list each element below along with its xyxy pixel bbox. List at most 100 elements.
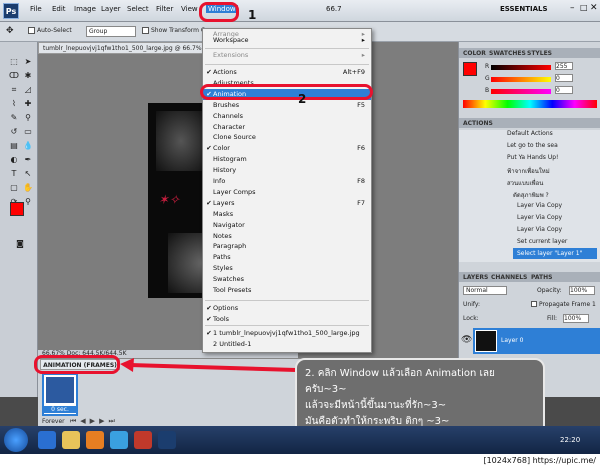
menu-image[interactable]: Image <box>74 5 96 13</box>
dodge-tool-icon[interactable]: ◐ <box>8 154 20 166</box>
start-button[interactable] <box>4 428 28 452</box>
fill-field[interactable]: 100% <box>563 314 589 323</box>
tab-swatches[interactable]: SWATCHES <box>489 50 526 57</box>
eye-icon[interactable]: 👁 <box>461 335 472 345</box>
action-step[interactable]: Layer Via Copy <box>517 214 562 221</box>
auto-select-checkbox[interactable] <box>28 27 35 34</box>
menu-item-actions[interactable]: ✔ Actions Alt+F9 <box>203 67 371 78</box>
menu-item-color[interactable]: ✔ Color F6 <box>203 143 371 154</box>
menu-item-layers[interactable]: ✔ Layers F7 <box>203 198 371 209</box>
r-value[interactable]: 255 <box>555 62 573 70</box>
menu-item-swatches[interactable]: Swatches <box>203 274 371 285</box>
hand-tool-icon[interactable]: ✋ <box>22 182 34 194</box>
b-slider[interactable] <box>491 89 551 94</box>
move-tool-icon[interactable]: ➤ <box>22 56 34 68</box>
photoshop-taskbar-icon[interactable] <box>158 431 176 449</box>
b-value[interactable]: 0 <box>555 86 573 94</box>
menu-item-clone-source[interactable]: Clone Source <box>203 132 371 143</box>
ie-icon[interactable] <box>38 431 56 449</box>
tab-layers[interactable]: LAYERS <box>463 274 488 281</box>
menu-item-histogram[interactable]: Histogram <box>203 154 371 165</box>
zoom-level[interactable]: 66.7 <box>326 5 342 13</box>
menu-item-history[interactable]: History <box>203 165 371 176</box>
loop-dropdown[interactable]: Forever <box>42 418 65 425</box>
action-step-selected[interactable]: Select layer "Layer 1" <box>513 248 597 259</box>
menu-layer[interactable]: Layer <box>101 5 121 13</box>
action-item[interactable]: Put Ya Hands Up! <box>507 154 558 161</box>
action-item[interactable]: ฟ้าจากเพื่อนใหม่ <box>507 166 550 176</box>
menu-item-layer-comps[interactable]: Layer Comps <box>203 187 371 198</box>
menu-item-brushes[interactable]: Brushes F5 <box>203 100 371 111</box>
marquee-tool-icon[interactable]: ⬚ <box>8 56 20 68</box>
workspace-switcher[interactable]: ESSENTIALS <box>500 5 548 13</box>
firefox-icon[interactable] <box>86 431 104 449</box>
foreground-color-swatch[interactable] <box>10 202 24 216</box>
layer-row[interactable]: Layer 0 <box>473 328 600 354</box>
eraser-icon[interactable]: ▭ <box>22 126 34 138</box>
pen-tool-icon[interactable]: ✒ <box>22 154 34 166</box>
menu-file[interactable]: File <box>30 5 42 13</box>
minimize-icon[interactable]: – <box>570 3 575 13</box>
opacity-field[interactable]: 100% <box>569 286 595 295</box>
menu-item-tools[interactable]: ✔ Tools <box>203 314 371 325</box>
eyedropper-icon[interactable]: ⌇ <box>8 98 20 110</box>
menu-item-character[interactable]: Character <box>203 122 371 133</box>
menu-workspace[interactable]: Workspace ▸ <box>203 35 371 46</box>
gradient-tool-icon[interactable]: ▤ <box>8 140 20 152</box>
quick-mask-icon[interactable]: ◙ <box>14 238 26 250</box>
menu-item-styles[interactable]: Styles <box>203 263 371 274</box>
maximize-icon[interactable]: □ <box>580 3 588 12</box>
r-slider[interactable] <box>491 65 551 70</box>
move-tool-icon[interactable]: ✥ <box>6 26 14 36</box>
show-transform-checkbox[interactable] <box>142 27 149 34</box>
clone-stamp-icon[interactable]: ⚲ <box>22 112 34 124</box>
media-icon[interactable] <box>134 431 152 449</box>
explorer-icon[interactable] <box>62 431 80 449</box>
g-value[interactable]: 0 <box>555 74 573 82</box>
color-ramp[interactable] <box>463 100 597 108</box>
action-item[interactable]: Let go to the sea <box>507 142 558 149</box>
magic-wand-icon[interactable]: ✱ <box>22 70 34 82</box>
history-brush-icon[interactable]: ↺ <box>8 126 20 138</box>
menu-item-info[interactable]: Info F8 <box>203 176 371 187</box>
layer-name[interactable]: Layer 0 <box>501 337 523 344</box>
action-item[interactable]: สวนแบบเพื่อน <box>507 178 543 188</box>
document-tab[interactable]: tumblr_lnepuovjvj1qfw1tho1_500_large.jpg… <box>38 42 208 54</box>
healing-brush-icon[interactable]: ✚ <box>22 98 34 110</box>
menu-extensions[interactable]: Extensions ▸ <box>203 50 371 61</box>
tab-styles[interactable]: STYLES <box>527 50 552 57</box>
menu-edit[interactable]: Edit <box>52 5 66 13</box>
blend-mode-dropdown[interactable]: Normal <box>463 286 507 295</box>
menu-item-paths[interactable]: Paths <box>203 252 371 263</box>
auto-select-dropdown[interactable]: Group <box>86 26 136 37</box>
menu-item-tool-presets[interactable]: Tool Presets <box>203 285 371 296</box>
close-icon[interactable]: ✕ <box>590 3 598 13</box>
slice-tool-icon[interactable]: ◿ <box>22 84 34 96</box>
propagate-checkbox[interactable] <box>531 301 537 307</box>
menu-item-paragraph[interactable]: Paragraph <box>203 241 371 252</box>
tab-channels[interactable]: CHANNELS <box>491 274 527 281</box>
type-tool-icon[interactable]: T <box>8 168 20 180</box>
app-icon[interactable] <box>110 431 128 449</box>
animation-frame-1[interactable]: 0 sec. <box>42 373 78 416</box>
action-step[interactable]: Layer Via Copy <box>517 202 562 209</box>
menu-item-document[interactable]: 2 Untitled-1 <box>203 339 371 350</box>
action-item[interactable]: ตัดสุภาพิมพ ? <box>513 190 549 200</box>
color-panel-swatch[interactable] <box>463 62 477 76</box>
tab-color[interactable]: COLOR <box>463 50 486 57</box>
lasso-tool-icon[interactable]: ↀ <box>8 70 20 82</box>
path-selection-icon[interactable]: ↖ <box>22 168 34 180</box>
frame-delay[interactable]: 0 sec. <box>44 406 76 413</box>
tab-actions[interactable]: ACTIONS <box>463 120 493 127</box>
menu-item-navigator[interactable]: Navigator <box>203 220 371 231</box>
menu-select[interactable]: Select <box>127 5 149 13</box>
menu-filter[interactable]: Filter <box>156 5 173 13</box>
blur-tool-icon[interactable]: 💧 <box>22 140 34 152</box>
menu-item-document[interactable]: ✔ 1 tumblr_lnepuovjvj1qfw1tho1_500_large.… <box>203 328 371 339</box>
action-step[interactable]: Set current layer <box>517 238 567 245</box>
action-step[interactable]: Layer Via Copy <box>517 226 562 233</box>
menu-item-notes[interactable]: Notes <box>203 231 371 242</box>
brush-tool-icon[interactable]: ✎ <box>8 112 20 124</box>
action-item[interactable]: Default Actions <box>507 130 553 137</box>
crop-tool-icon[interactable]: ⌗ <box>8 84 20 96</box>
